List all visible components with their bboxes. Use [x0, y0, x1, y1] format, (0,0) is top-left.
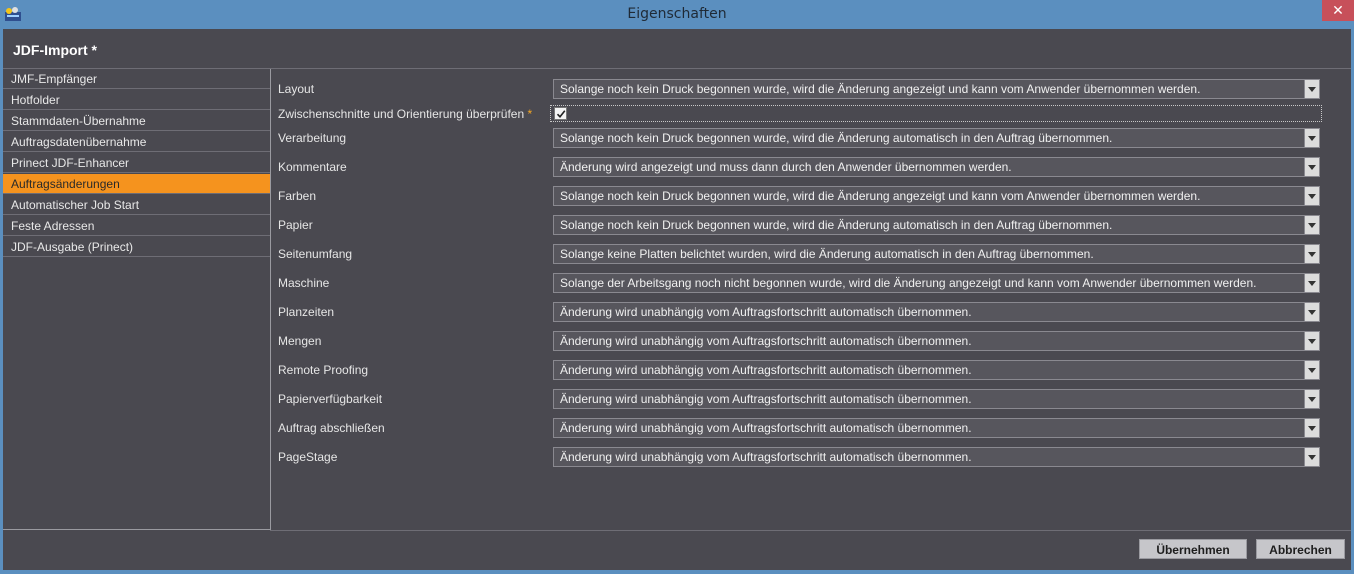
sidebar-item-stammdaten[interactable]: Stammdaten-Übernahme — [3, 111, 270, 131]
apply-button[interactable]: Übernehmen — [1139, 539, 1247, 559]
chevron-down-icon[interactable] — [1304, 216, 1319, 234]
window-titlebar[interactable]: Eigenschaften ✕ — [0, 0, 1354, 29]
label-remote-proofing: Remote Proofing — [278, 363, 369, 377]
select-farben[interactable]: Solange noch kein Druck begonnen wurde, … — [553, 186, 1320, 206]
select-verarbeitung[interactable]: Solange noch kein Druck begonnen wurde, … — [553, 128, 1320, 148]
close-button[interactable]: ✕ — [1322, 0, 1354, 21]
select-layout[interactable]: Solange noch kein Druck begonnen wurde, … — [553, 79, 1320, 99]
chevron-down-icon[interactable] — [1304, 419, 1319, 437]
select-mengen-value: Änderung wird unabhängig vom Auftragsfor… — [560, 334, 972, 348]
sidebar-item-jmf-empfaenger[interactable]: JMF-Empfänger — [3, 69, 270, 89]
window-border-bottom — [0, 570, 1354, 574]
chevron-down-icon[interactable] — [1304, 361, 1319, 379]
label-papier: Papier — [278, 218, 313, 232]
sidebar-item-feste-adressen[interactable]: Feste Adressen — [3, 216, 270, 236]
select-maschine[interactable]: Solange der Arbeitsgang noch nicht begon… — [553, 273, 1320, 293]
sidebar-nav: JMF-Empfänger Hotfolder Stammdaten-Übern… — [3, 69, 271, 530]
chevron-down-icon[interactable] — [1304, 303, 1319, 321]
select-remote-proofing[interactable]: Änderung wird unabhängig vom Auftragsfor… — [553, 360, 1320, 380]
label-zwischenschnitte: Zwischenschnitte und Orientierung überpr… — [278, 104, 532, 124]
select-papierverfuegbarkeit-value: Änderung wird unabhängig vom Auftragsfor… — [560, 392, 972, 406]
sidebar-item-hotfolder[interactable]: Hotfolder — [3, 90, 270, 110]
sidebar-item-jdf-ausgabe[interactable]: JDF-Ausgabe (Prinect) — [3, 237, 270, 257]
sidebar-item-job-start[interactable]: Automatischer Job Start — [3, 195, 270, 215]
section-header: JDF-Import * — [3, 29, 1351, 69]
select-seitenumfang-value: Solange keine Platten belichtet wurden, … — [560, 247, 1094, 261]
label-planzeiten: Planzeiten — [278, 305, 335, 319]
chevron-down-icon[interactable] — [1304, 274, 1319, 292]
sidebar-item-auftragsdaten[interactable]: Auftragsdatenübernahme — [3, 132, 270, 152]
checkmark-icon — [556, 110, 566, 119]
label-auftrag-abschliessen: Auftrag abschließen — [278, 421, 385, 435]
select-farben-value: Solange noch kein Druck begonnen wurde, … — [560, 189, 1201, 203]
select-remote-proofing-value: Änderung wird unabhängig vom Auftragsfor… — [560, 363, 972, 377]
label-maschine: Maschine — [278, 276, 330, 290]
select-kommentare[interactable]: Änderung wird angezeigt und muss dann du… — [553, 157, 1320, 177]
select-pagestage-value: Änderung wird unabhängig vom Auftragsfor… — [560, 450, 972, 464]
select-maschine-value: Solange der Arbeitsgang noch nicht begon… — [560, 276, 1257, 290]
select-verarbeitung-value: Solange noch kein Druck begonnen wurde, … — [560, 131, 1113, 145]
select-planzeiten-value: Änderung wird unabhängig vom Auftragsfor… — [560, 305, 972, 319]
label-zwischenschnitte-text: Zwischenschnitte und Orientierung überpr… — [278, 107, 525, 121]
label-layout: Layout — [278, 82, 315, 96]
chevron-down-icon[interactable] — [1304, 80, 1319, 98]
select-papier-value: Solange noch kein Druck begonnen wurde, … — [560, 218, 1113, 232]
chevron-down-icon[interactable] — [1304, 158, 1319, 176]
label-farben: Farben — [278, 189, 317, 203]
label-verarbeitung: Verarbeitung — [278, 131, 347, 145]
select-pagestage[interactable]: Änderung wird unabhängig vom Auftragsfor… — [553, 447, 1320, 467]
label-seitenumfang: Seitenumfang — [278, 247, 353, 261]
chevron-down-icon[interactable] — [1304, 245, 1319, 263]
select-layout-value: Solange noch kein Druck begonnen wurde, … — [560, 82, 1201, 96]
checkbox-zwischenschnitte[interactable] — [554, 107, 567, 120]
required-asterisk: * — [527, 107, 533, 121]
chevron-down-icon[interactable] — [1304, 129, 1319, 147]
cancel-button[interactable]: Abbrechen — [1256, 539, 1345, 559]
chevron-down-icon[interactable] — [1304, 187, 1319, 205]
chevron-down-icon[interactable] — [1304, 448, 1319, 466]
select-papierverfuegbarkeit[interactable]: Änderung wird unabhängig vom Auftragsfor… — [553, 389, 1320, 409]
select-mengen[interactable]: Änderung wird unabhängig vom Auftragsfor… — [553, 331, 1320, 351]
window-title: Eigenschaften — [627, 6, 727, 22]
select-kommentare-value: Änderung wird angezeigt und muss dann du… — [560, 160, 1012, 174]
select-planzeiten[interactable]: Änderung wird unabhängig vom Auftragsfor… — [553, 302, 1320, 322]
sidebar-item-jdf-enhancer[interactable]: Prinect JDF-Enhancer — [3, 153, 270, 173]
select-seitenumfang[interactable]: Solange keine Platten belichtet wurden, … — [553, 244, 1320, 264]
label-kommentare: Kommentare — [278, 160, 347, 174]
chevron-down-icon[interactable] — [1304, 390, 1319, 408]
sidebar-item-auftragsaenderungen[interactable]: Auftragsänderungen — [3, 174, 270, 194]
label-mengen: Mengen — [278, 334, 322, 348]
chevron-down-icon[interactable] — [1304, 332, 1319, 350]
select-auftrag-abschliessen[interactable]: Änderung wird unabhängig vom Auftragsfor… — [553, 418, 1320, 438]
page-title: JDF-Import * — [13, 42, 97, 58]
footer-divider — [270, 530, 1351, 531]
select-papier[interactable]: Solange noch kein Druck begonnen wurde, … — [553, 215, 1320, 235]
select-auftrag-abschliessen-value: Änderung wird unabhängig vom Auftragsfor… — [560, 421, 972, 435]
label-pagestage: PageStage — [278, 450, 338, 464]
label-papierverfuegbarkeit: Papierverfügbarkeit — [278, 392, 383, 406]
checkbox-focus-frame — [550, 105, 1322, 122]
close-icon: ✕ — [1332, 2, 1344, 18]
